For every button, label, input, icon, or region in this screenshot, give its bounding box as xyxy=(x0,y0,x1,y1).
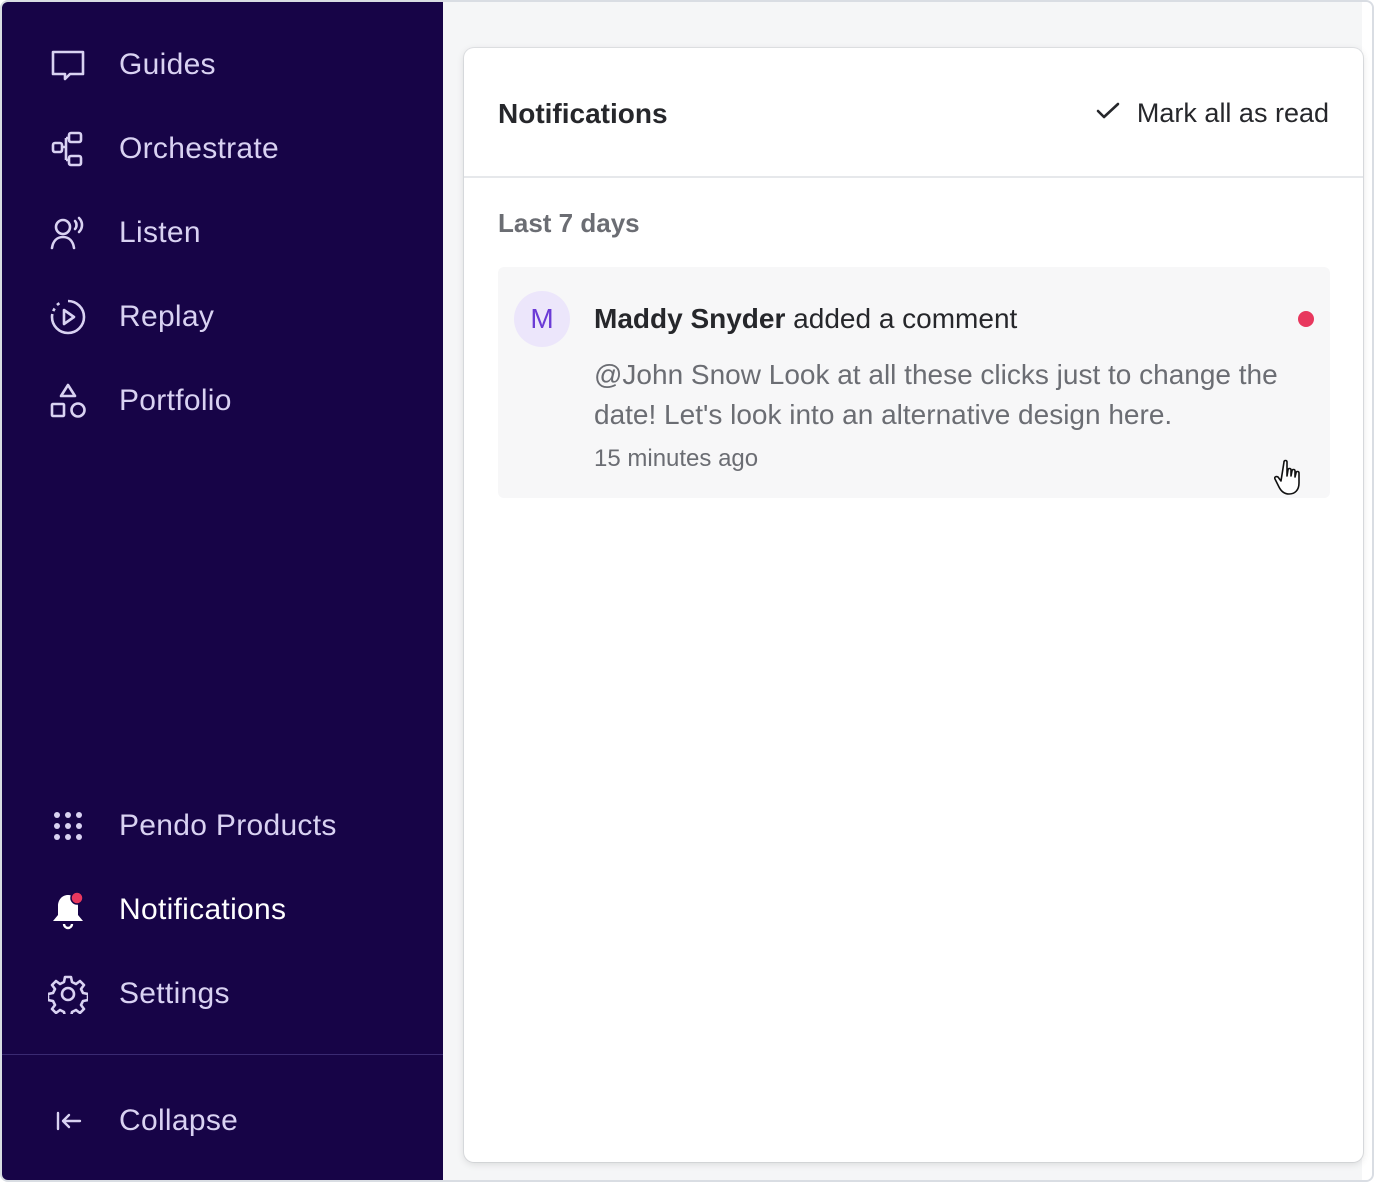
bell-icon xyxy=(46,888,90,932)
sidebar-item-label: Pendo Products xyxy=(119,809,337,842)
sidebar-item-portfolio[interactable]: Portfolio xyxy=(2,369,443,433)
workflow-icon xyxy=(46,127,90,171)
hand-cursor-icon xyxy=(1274,459,1300,495)
avatar: M xyxy=(514,291,570,347)
grid-dots-icon xyxy=(46,804,90,848)
background-content xyxy=(1362,2,1372,1180)
sidebar-item-label: Listen xyxy=(119,216,201,249)
sidebar-item-guides[interactable]: Guides xyxy=(2,33,443,97)
checkmark-icon xyxy=(1093,96,1123,131)
panel-header: Notifications Mark all as read xyxy=(464,48,1363,178)
sidebar-nav: Guides Orchestrate Listen Replay Portfol xyxy=(2,2,443,1180)
chat-bubble-icon xyxy=(46,43,90,87)
sidebar-item-label: Replay xyxy=(119,300,215,333)
notification-author: Maddy Snyder xyxy=(594,303,786,334)
collapse-arrow-icon xyxy=(46,1099,90,1143)
sidebar-item-label: Portfolio xyxy=(119,384,232,417)
notification-headline: Maddy Snyder added a comment xyxy=(594,303,1017,335)
app-frame: Guides Orchestrate Listen Replay Portfol xyxy=(0,0,1374,1182)
sidebar-divider xyxy=(2,1054,443,1055)
sidebar-item-notifications[interactable]: Notifications xyxy=(2,878,443,942)
mark-all-read-button[interactable]: Mark all as read xyxy=(1093,96,1329,131)
sidebar-item-label: Notifications xyxy=(119,893,287,926)
collapse-label: Collapse xyxy=(119,1104,239,1137)
sidebar-item-label: Settings xyxy=(119,977,230,1010)
replay-play-icon xyxy=(46,295,90,339)
notification-body: @John Snow Look at all these clicks just… xyxy=(594,359,1278,430)
sidebar-item-label: Orchestrate xyxy=(119,132,280,165)
mark-all-read-label: Mark all as read xyxy=(1136,98,1329,128)
section-label: Last 7 days xyxy=(498,208,640,238)
panel-title: Notifications xyxy=(498,98,668,129)
gear-icon xyxy=(46,972,90,1016)
sidebar-item-listen[interactable]: Listen xyxy=(2,201,443,265)
notification-item[interactable]: M Maddy Snyder added a comment @John Sno… xyxy=(498,267,1330,498)
notification-time: 15 minutes ago xyxy=(594,445,759,472)
sidebar-item-orchestrate[interactable]: Orchestrate xyxy=(2,117,443,181)
collapse-button[interactable]: Collapse xyxy=(2,1089,443,1153)
sidebar-item-settings[interactable]: Settings xyxy=(2,962,443,1026)
sidebar-item-label: Guides xyxy=(119,48,216,81)
listen-user-icon xyxy=(46,211,90,255)
sidebar-item-pendo-products[interactable]: Pendo Products xyxy=(2,794,443,858)
unread-indicator xyxy=(1298,311,1314,327)
shapes-icon xyxy=(46,379,90,423)
notification-action: added a comment xyxy=(793,303,1018,334)
notifications-panel: Notifications Mark all as read Last 7 da… xyxy=(464,48,1363,1162)
sidebar-item-replay[interactable]: Replay xyxy=(2,285,443,349)
